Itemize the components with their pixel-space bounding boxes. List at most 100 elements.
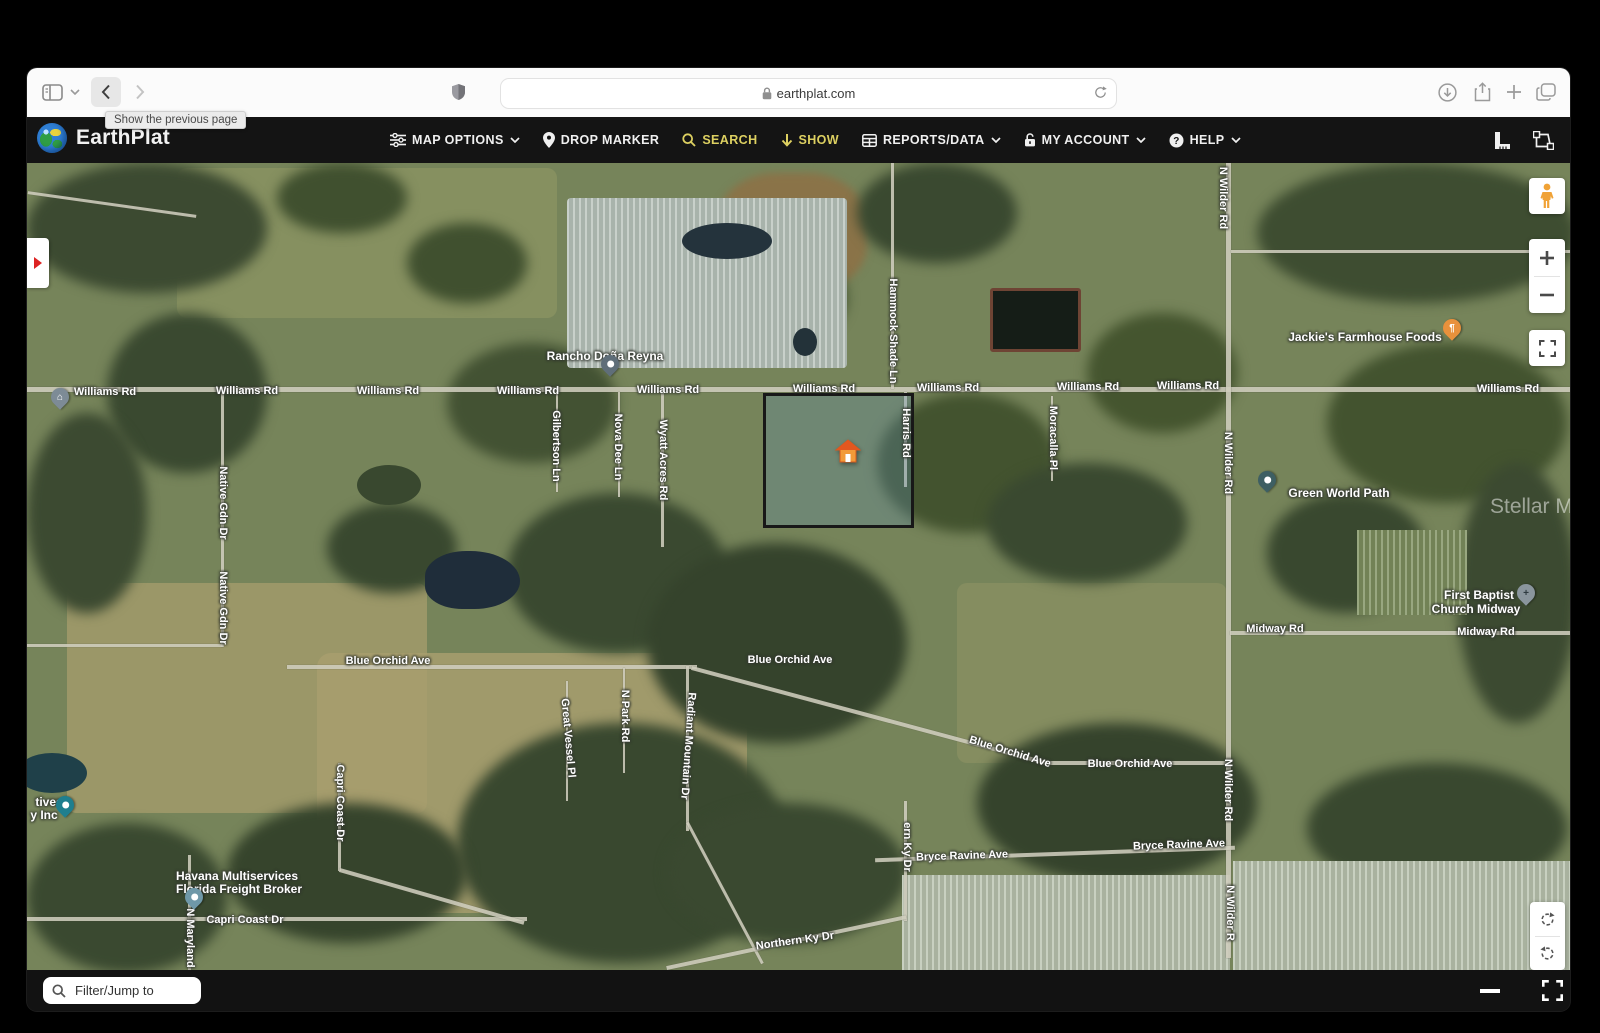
road-label: Native Gdn Dr xyxy=(217,571,229,644)
main-menu: MAP OPTIONS DROP MARKER SEARCH SHOW REPO… xyxy=(390,117,1241,163)
road-label: Nova Dee Ln xyxy=(612,414,624,481)
home-glyph: ⌂ xyxy=(51,388,69,406)
lock-icon xyxy=(1024,133,1036,147)
road-label: Blue Orchid Ave xyxy=(1088,758,1173,770)
collapse-bar-button[interactable] xyxy=(1473,970,1507,1011)
map-pin-icon: ⌂ xyxy=(47,384,72,409)
pond xyxy=(357,465,421,505)
sidebar-expand-tab[interactable] xyxy=(27,238,49,288)
forward-button[interactable] xyxy=(125,77,155,107)
menu-help[interactable]: ? HELP xyxy=(1169,133,1241,148)
pin-dot xyxy=(62,802,69,809)
dark-field xyxy=(990,288,1081,352)
rotate-clockwise-button[interactable] xyxy=(1530,902,1565,936)
measure-ruler-icon[interactable] xyxy=(1494,131,1511,150)
poi-label: Jackie's Farmhouse Foods xyxy=(1288,330,1442,344)
download-icon[interactable] xyxy=(1432,77,1462,107)
map-fullscreen-button[interactable] xyxy=(1529,330,1565,366)
back-button[interactable] xyxy=(91,77,121,107)
trees xyxy=(857,163,1017,263)
trees xyxy=(27,163,267,293)
menu-drop-marker[interactable]: DROP MARKER xyxy=(543,132,660,148)
road-label: Wyatt Acres Rd xyxy=(657,420,669,501)
road-label: Williams Rd xyxy=(357,385,419,397)
marker-icon xyxy=(543,132,555,148)
earthplat-globe-icon xyxy=(37,123,67,153)
browser-window: earthplat.com Show the previous page Ear… xyxy=(27,68,1570,1011)
browser-toolbar: earthplat.com xyxy=(27,68,1570,118)
filter-jump-box[interactable] xyxy=(43,977,201,1004)
menu-my-account[interactable]: MY ACCOUNT xyxy=(1024,133,1146,147)
sidebar-chevron-down-icon[interactable] xyxy=(67,77,83,107)
privacy-shield-icon[interactable] xyxy=(443,77,473,107)
menu-label: REPORTS/DATA xyxy=(883,133,985,147)
road-label: Midway Rd xyxy=(1457,626,1514,638)
trees xyxy=(277,163,407,233)
map-pin-icon xyxy=(1254,467,1279,492)
sidebar-toggle-icon[interactable] xyxy=(37,77,67,107)
road-label: Gilbertson Ln xyxy=(550,410,562,482)
food-glyph: ¶ xyxy=(1443,319,1461,337)
chevron-down-icon xyxy=(991,137,1001,143)
share-icon[interactable] xyxy=(1467,77,1497,107)
road-label: Williams Rd xyxy=(216,385,278,397)
satellite-map[interactable]: Stellar MLS Williams RdWilli xyxy=(27,163,1570,970)
road-label: Williams Rd xyxy=(1157,380,1219,392)
https-lock-icon xyxy=(762,87,772,100)
trees xyxy=(27,413,147,613)
draw-polygon-icon[interactable] xyxy=(1533,131,1554,150)
trees xyxy=(977,723,1257,883)
road-label: N Wilder R xyxy=(1224,885,1236,941)
expand-fullscreen-button[interactable] xyxy=(1535,970,1569,1011)
new-tab-icon[interactable] xyxy=(1499,77,1529,107)
chevron-down-icon xyxy=(1231,137,1241,143)
road-label: N Maryland xyxy=(184,908,196,967)
menu-label: DROP MARKER xyxy=(561,133,660,147)
menu-reports-data[interactable]: REPORTS/DATA xyxy=(862,133,1001,147)
trees xyxy=(407,223,527,303)
poi-label: Havana Multiservices xyxy=(176,869,298,883)
help-icon: ? xyxy=(1169,133,1184,148)
rotate-counterclockwise-button[interactable] xyxy=(1530,937,1565,970)
rotate-clockwise-icon xyxy=(1539,911,1556,928)
stellar-mls-watermark: Stellar MLS xyxy=(1490,495,1570,519)
menu-search[interactable]: SEARCH xyxy=(682,133,757,147)
poi-label: Church Midway xyxy=(1432,602,1521,616)
chevron-down-icon xyxy=(510,137,520,143)
pin-dot xyxy=(607,361,614,368)
address-bar[interactable]: earthplat.com xyxy=(500,78,1117,109)
minus-icon xyxy=(1539,287,1555,303)
zoom-in-button[interactable] xyxy=(1529,239,1565,276)
menu-map-options[interactable]: MAP OPTIONS xyxy=(390,133,520,147)
road-label: Midway Rd xyxy=(1246,623,1303,635)
reload-icon[interactable] xyxy=(1093,84,1108,104)
pin-dot xyxy=(191,894,198,901)
road-native-gdn-dr xyxy=(27,644,223,647)
pin-dot xyxy=(1264,477,1271,484)
map-pin-icon: + xyxy=(1513,580,1538,605)
road-label: Bryce Ravine Ave xyxy=(916,848,1008,863)
zoom-out-button[interactable] xyxy=(1529,277,1565,313)
pegman-control[interactable] xyxy=(1529,178,1565,214)
rotate-counterclockwise-icon xyxy=(1539,945,1556,962)
crop-field xyxy=(1233,861,1570,970)
pond xyxy=(425,551,520,609)
bottom-bar xyxy=(27,970,1570,1011)
tab-overview-icon[interactable] xyxy=(1531,77,1561,107)
plus-icon xyxy=(1539,250,1555,266)
road-label: Williams Rd xyxy=(1057,381,1119,393)
road-label: N Wilder Rd xyxy=(1217,167,1229,229)
filter-jump-input[interactable] xyxy=(73,982,187,999)
road-label: Williams Rd xyxy=(74,386,136,398)
road-label: N Wilder Rd xyxy=(1222,759,1234,821)
menu-label: MY ACCOUNT xyxy=(1042,133,1130,147)
subject-property-house-icon[interactable] xyxy=(835,439,861,463)
app-navbar: EarthPlat MAP OPTIONS DROP MARKER SEARCH… xyxy=(27,117,1570,163)
road-label: Blue Orchid Ave xyxy=(346,655,431,667)
road-label: Native Gdn Dr xyxy=(217,466,229,539)
rotate-control xyxy=(1530,902,1565,970)
menu-show[interactable]: SHOW xyxy=(781,133,840,147)
brand-name: EarthPlat xyxy=(76,126,170,150)
road-label: Capri Coast Dr xyxy=(206,914,283,926)
minus-icon xyxy=(1479,988,1501,994)
